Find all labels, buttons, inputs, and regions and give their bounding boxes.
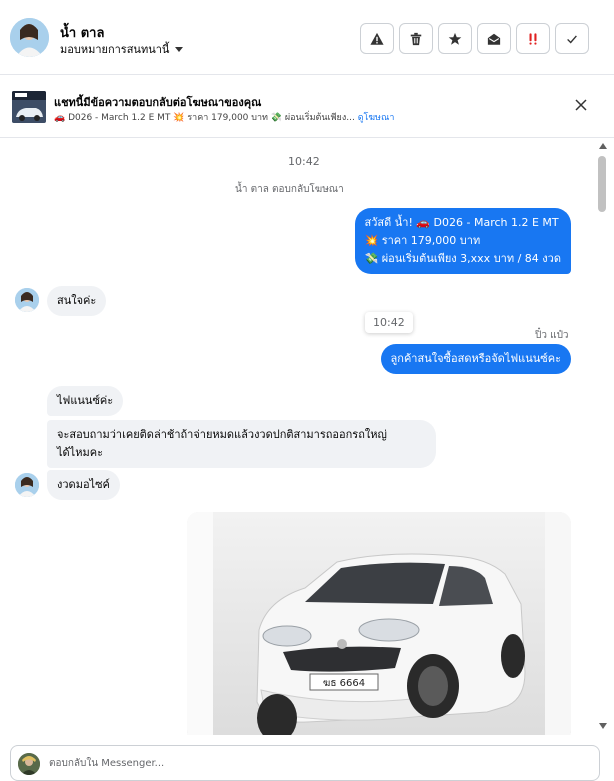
incoming-message[interactable]: จะสอบถามว่าเคยติดล่าช้าถ้าจ่ายหมดแล้วงวด… — [47, 420, 436, 468]
contact-avatar-small — [15, 288, 39, 312]
warning-icon — [370, 32, 384, 45]
outgoing-message[interactable]: ลูกค้าสนใจซื้อสดหรือจัดไฟแนนซ์คะ — [380, 344, 571, 374]
checkmark-icon — [567, 34, 577, 44]
trash-icon — [410, 32, 422, 45]
message-line: ได้ไหมคะ — [57, 446, 103, 459]
incoming-message[interactable]: สนใจค่ะ — [47, 286, 107, 316]
incoming-message[interactable]: งวดมอไซค์ — [47, 470, 120, 500]
envelope-open-icon — [487, 33, 501, 45]
ad-banner-subtitle: 🚗 D026 - March 1.2 E MT 💥 ราคา 179,000 บ… — [54, 110, 394, 124]
incoming-message[interactable]: ไฟแนนซ์ค่ะ — [47, 386, 124, 416]
reply-input[interactable] — [49, 754, 569, 772]
ad-reply-banner: แชทนี้มีข้อความตอบกลับต่อโฆษณาของคุณ 🚗 D… — [0, 75, 614, 138]
reply-composer[interactable] — [10, 745, 600, 781]
conversation-actions — [360, 23, 589, 54]
ad-message-line: 💥 ราคา 179,000 บาท — [364, 234, 481, 247]
contact-avatar-small — [15, 473, 39, 497]
page-avatar — [18, 753, 40, 775]
conversation-header: น้ำ ตาล มอบหมายการสนทนานี้ — [0, 0, 614, 75]
contact-avatar[interactable] — [10, 18, 49, 57]
star-icon — [448, 32, 462, 45]
mark-done-button[interactable] — [555, 23, 589, 54]
sender-name: ปิ๋ว แป๋ว — [535, 330, 569, 341]
mark-unread-button[interactable] — [477, 23, 511, 54]
license-plate: ฆธ 6664 — [323, 678, 365, 689]
assign-label: มอบหมายการสนทนานี้ — [60, 43, 170, 56]
outgoing-ad-message[interactable]: สวัสดี น้ำ! 🚗 D026 - March 1.2 E MT 💥 รา… — [354, 208, 571, 274]
ad-message-line: สวัสดี น้ำ! 🚗 D026 - March 1.2 E MT — [364, 216, 559, 229]
message-thread[interactable]: 10:42 น้ำ ตาล ตอบกลับโฆษณา สวัสดี น้ำ! 🚗… — [0, 139, 596, 735]
close-icon[interactable] — [574, 98, 588, 112]
delete-button[interactable] — [399, 23, 433, 54]
scroll-up-arrow-icon[interactable] — [599, 143, 607, 149]
scroll-down-arrow-icon[interactable] — [599, 723, 607, 729]
double-exclamation-icon — [529, 32, 537, 45]
ad-description: 🚗 D026 - March 1.2 E MT 💥 ราคา 179,000 บ… — [54, 113, 355, 123]
message-timestamp-tooltip: 10:42 — [365, 312, 413, 333]
ad-message-line: 💸 ผ่อนเริ่มต้นเพียง 3,xxx บาท / 84 งวด — [364, 252, 562, 265]
chevron-down-icon — [175, 46, 184, 52]
ad-banner-title: แชทนี้มีข้อความตอบกลับต่อโฆษณาของคุณ — [54, 96, 262, 109]
star-button[interactable] — [438, 23, 472, 54]
message-timestamp: 10:42 — [288, 155, 320, 168]
system-note: น้ำ ตาล ตอบกลับโฆษณา — [235, 184, 344, 195]
chat-scrollbar[interactable] — [596, 139, 610, 735]
car-photo-attachment[interactable]: ฆธ 6664 — [187, 512, 571, 735]
view-ad-link[interactable]: ดูโฆษณา — [358, 113, 395, 123]
scrollbar-thumb[interactable] — [598, 156, 606, 212]
ad-thumbnail[interactable] — [12, 91, 46, 123]
follow-up-button[interactable] — [516, 23, 550, 54]
report-spam-button[interactable] — [360, 23, 394, 54]
assign-conversation-dropdown[interactable]: มอบหมายการสนทนานี้ — [60, 40, 184, 58]
message-line: จะสอบถามว่าเคยติดล่าช้าถ้าจ่ายหมดแล้วงวด… — [57, 428, 387, 441]
